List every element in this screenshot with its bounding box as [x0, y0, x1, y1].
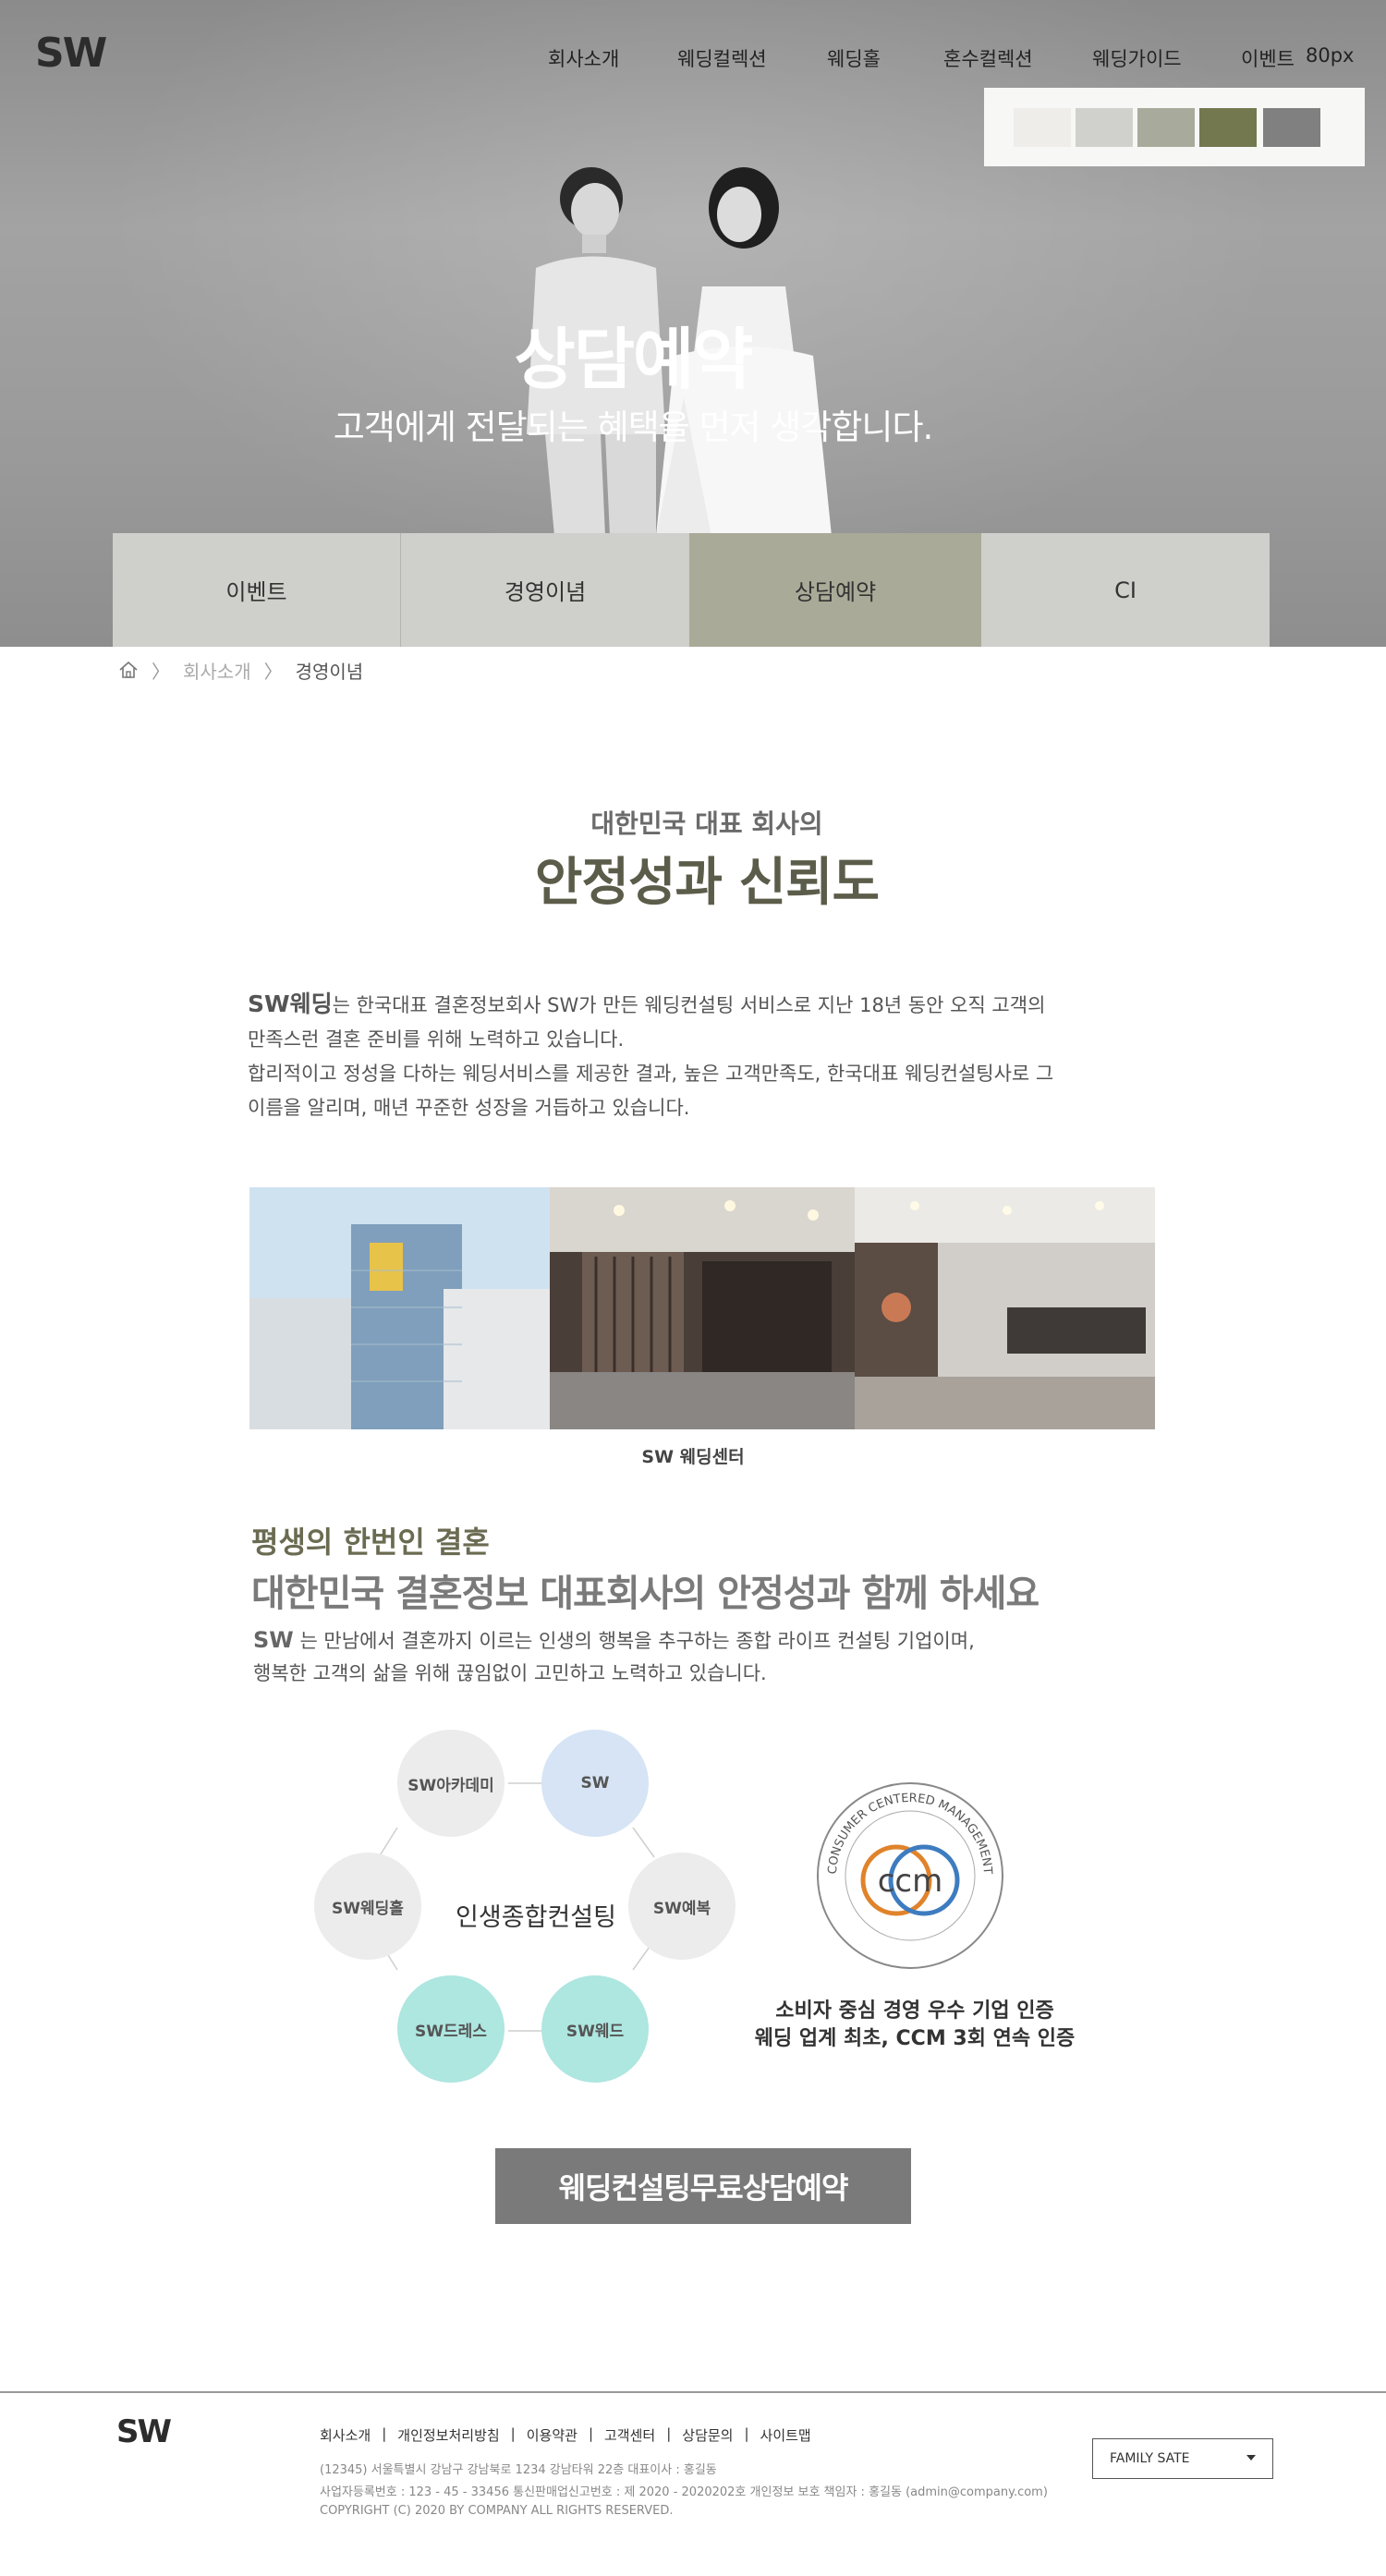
diagram-node-suit: SW예복 — [628, 1853, 736, 1960]
breadcrumb: 〉 회사소개 〉 경영이념 — [118, 657, 364, 684]
footer-address: (12345) 서울특별시 강남구 강남북로 1234 강남타워 22층 대표이… — [320, 2463, 717, 2477]
nav-item-wedding-collection[interactable]: 웨딩컬렉션 — [677, 44, 767, 72]
footer-registration: 사업자등록번호 : 123 - 45 - 33456 통신판매업신고번호 : 제… — [320, 2485, 1048, 2499]
intro-paragraph: SW웨딩는 한국대표 결혼정보회사 SW가 만든 웨딩컨설팅 서비스로 지난 1… — [248, 990, 1054, 1119]
caret-down-icon — [1246, 2455, 1256, 2461]
breadcrumb-item[interactable]: 회사소개 — [183, 657, 251, 684]
breadcrumb-current: 경영이념 — [295, 660, 364, 683]
footer-links: 회사소개 | 개인정보처리방침 | 이용약관 | 고객센터 | 상담문의 | 사이트맵 — [320, 2425, 811, 2445]
footer-link-privacy[interactable]: 개인정보처리방침 — [397, 2425, 499, 2445]
chevron-right-icon: 〉 — [152, 660, 170, 683]
footer-link-support[interactable]: 고객센터 — [604, 2425, 655, 2445]
nav-item-wedding-hall[interactable]: 웨딩홀 — [827, 44, 881, 72]
nav-item-about[interactable]: 회사소개 — [548, 44, 619, 72]
family-site-select[interactable]: FAMILY SATE — [1092, 2438, 1273, 2479]
subnav-item-event[interactable]: 이벤트 — [113, 533, 401, 647]
brand-name: SW — [253, 1627, 294, 1653]
diagram-node-dress: SW드레스 — [397, 1975, 505, 2083]
brand-name: SW웨딩 — [248, 990, 333, 1017]
color-swatch — [1199, 108, 1257, 147]
hero-banner: SW 회사소개 웨딩컬렉션 웨딩홀 혼수컬렉션 웨딩가이드 이벤트 80px 상… — [0, 0, 1386, 647]
chevron-right-icon: 〉 — [263, 660, 283, 683]
subnav-item-ci[interactable]: CI — [981, 533, 1270, 647]
footer-link-terms[interactable]: 이용약관 — [527, 2425, 578, 2445]
footer-divider — [0, 2391, 1386, 2393]
subnav-item-philosophy[interactable]: 경영이념 — [401, 533, 689, 647]
sub-nav: 이벤트 경영이념 상담예약 CI — [113, 533, 1270, 647]
home-icon[interactable] — [118, 661, 139, 679]
ccm-certification-badge: CONSUMER CENTERED MANAGEMENT ccm — [817, 1782, 1003, 1969]
section2-paragraph: SW 는 만남에서 결혼까지 이르는 인생의 행복을 추구하는 종합 라이프 컨… — [253, 1627, 975, 1684]
color-swatch — [1076, 108, 1133, 147]
intro-title: 안정성과 신뢰도 — [534, 853, 880, 913]
footer-logo[interactable]: SW — [116, 2413, 172, 2450]
nav-item-dowry-collection[interactable]: 혼수컬렉션 — [943, 44, 1033, 72]
diagram-node-sw: SW — [541, 1730, 649, 1837]
nav-item-wedding-guide[interactable]: 웨딩가이드 — [1092, 44, 1182, 72]
hero-subtitle: 고객에게 전달되는 혜택을 먼저 생각합니다. — [333, 407, 934, 447]
section2-title: 대한민국 결혼정보 대표회사의 안정성과 함께 하세요 — [251, 1573, 1040, 1615]
logo[interactable]: SW — [35, 30, 107, 77]
color-swatch — [1137, 108, 1195, 147]
diagram-node-wed: SW웨드 — [541, 1975, 649, 2083]
svg-text:ccm: ccm — [878, 1863, 943, 1900]
free-consultation-button[interactable]: 웨딩컨설팅무료상담예약 — [495, 2148, 911, 2224]
color-palette — [984, 88, 1365, 166]
footer-link-sitemap[interactable]: 사이트맵 — [760, 2425, 811, 2445]
footer-copyright: COPYRIGHT (C) 2020 BY COMPANY ALL RIGHTS… — [320, 2504, 674, 2518]
subnav-item-consult-booking[interactable]: 상담예약 — [689, 533, 981, 647]
color-swatch — [1263, 108, 1320, 147]
section2-kicker: 평생의 한번인 결혼 — [251, 1525, 490, 1560]
consulting-diagram: SW아카데미 SW SW예복 SW웨드 SW드레스 SW웨딩홀 인생종합컨설팅 — [305, 1719, 748, 2107]
main-nav: 회사소개 웨딩컬렉션 웨딩홀 혼수컬렉션 웨딩가이드 이벤트 80px — [517, 44, 1368, 72]
color-swatch — [1014, 108, 1071, 147]
photo-caption: SW 웨딩센터 — [641, 1447, 745, 1467]
nav-item-event[interactable]: 이벤트 — [1241, 44, 1295, 72]
wedding-center-photos — [249, 1187, 1155, 1429]
hero-title: 상담예약 — [514, 321, 754, 398]
diagram-node-hall: SW웨딩홀 — [314, 1853, 421, 1960]
intro-kicker: 대한민국 대표 회사의 — [590, 808, 823, 839]
diagram-node-academy: SW아카데미 — [397, 1730, 505, 1837]
ccm-line-2: 웨딩 업계 최초, CCM 3회 연속 인증 — [754, 2027, 1076, 2050]
ccm-line-1: 소비자 중심 경영 우수 기업 인증 — [775, 1999, 1054, 2023]
nav-extra-label: 80px — [1306, 44, 1355, 67]
footer-link-about[interactable]: 회사소개 — [320, 2425, 371, 2445]
diagram-center-label: 인생종합컨설팅 — [456, 1903, 616, 1932]
footer-link-inquiry[interactable]: 상담문의 — [682, 2425, 733, 2445]
